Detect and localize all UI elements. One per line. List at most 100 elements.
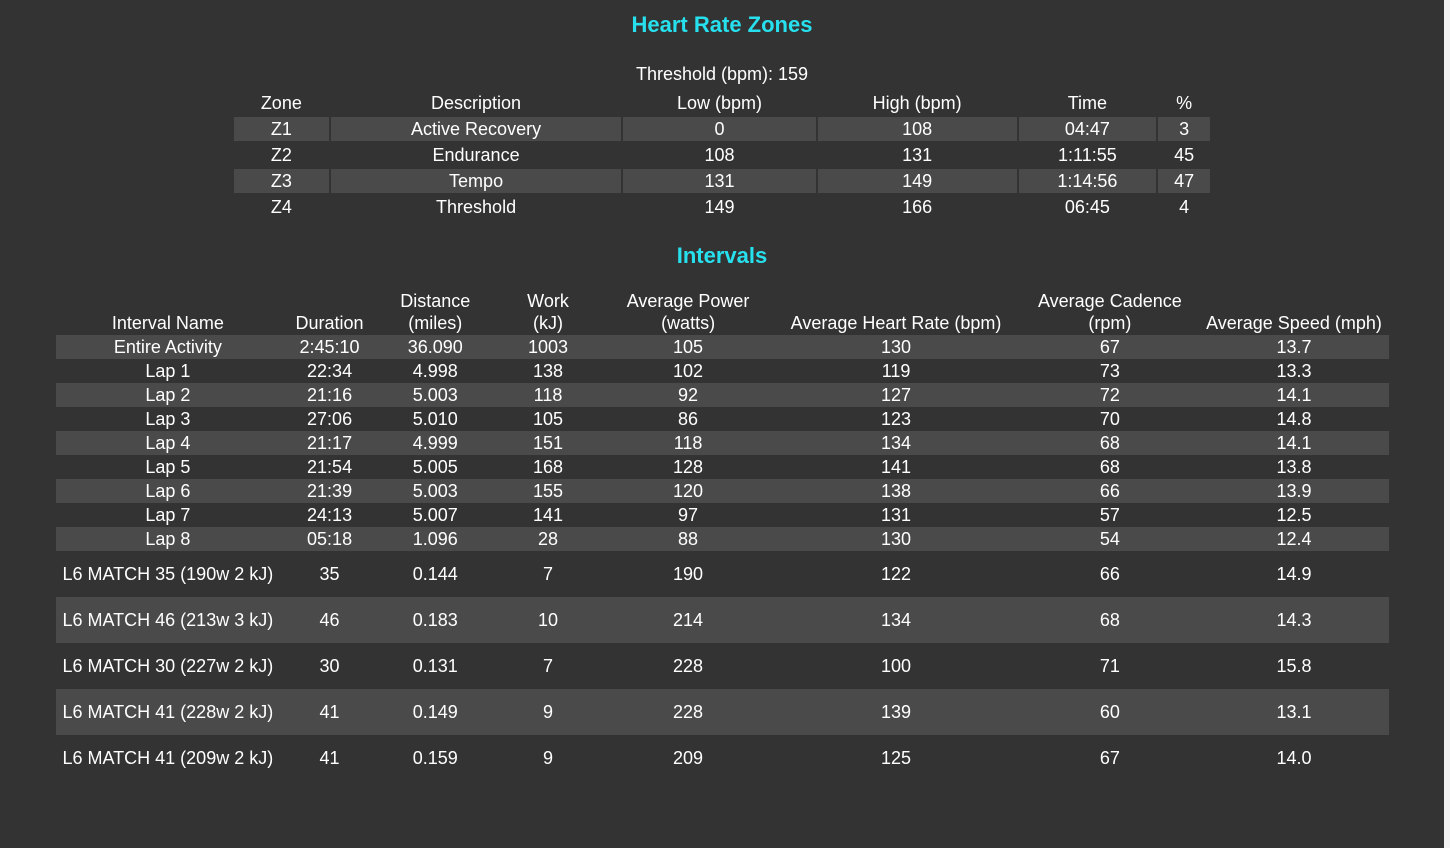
table-cell: 166: [902, 197, 933, 217]
table-cell: 228: [604, 689, 772, 735]
table-cell: 0: [623, 117, 816, 141]
column-header: Duration: [295, 313, 364, 333]
table-cell: 14.8: [1276, 409, 1312, 429]
table-cell: 15.8: [1276, 656, 1312, 676]
table-cell: 13.3: [1276, 361, 1312, 381]
table-cell: 72: [1020, 383, 1199, 407]
table-cell: 36.090: [379, 335, 492, 359]
table-cell: 14.1: [1198, 383, 1389, 407]
table-cell: 24:13: [307, 505, 353, 525]
table-cell: 155: [491, 479, 605, 503]
table-cell: 4.999: [379, 431, 492, 455]
table-cell: 41: [279, 689, 380, 735]
table-cell: 149: [817, 169, 1017, 193]
table-cell: 66: [1099, 564, 1120, 584]
table-cell: 123: [881, 409, 912, 429]
table-cell: 68: [1020, 431, 1199, 455]
table-cell: 134: [771, 597, 1021, 643]
table-cell: 73: [1099, 361, 1120, 381]
table-cell: 108: [704, 145, 735, 165]
table-cell: 138: [771, 479, 1021, 503]
table-cell: 05:18: [279, 527, 380, 551]
column-header: Average Heart Rate (bpm): [790, 313, 1002, 333]
table-cell: 105: [604, 335, 772, 359]
table-cell: 3: [1158, 117, 1210, 141]
table-cell: Endurance: [432, 145, 520, 165]
table-cell: 1:11:55: [1058, 145, 1117, 165]
table-cell: Z2: [270, 145, 292, 165]
threshold-label: Threshold (bpm): 159: [635, 64, 809, 84]
table-cell: 151: [491, 431, 605, 455]
interval-row: Lap 8 05:18 1.096 28 88 130 54 12.4: [56, 527, 1389, 551]
table-cell: L6 MATCH 35 (190w 2 kJ): [62, 564, 274, 584]
table-cell: 71: [1099, 656, 1120, 676]
table-cell: 70: [1099, 409, 1120, 429]
table-cell: 22:34: [307, 361, 353, 381]
interval-row: L6 MATCH 41 (209w 2 kJ) 41 0.159 9 209 125 67 1…: [56, 735, 1389, 781]
table-cell: L6 MATCH 46 (213w 3 kJ): [56, 597, 280, 643]
table-cell: 2:45:10: [279, 335, 380, 359]
interval-row: Lap 3 27:06 5.010 105 86 123 70 14.8: [56, 407, 1389, 431]
table-cell: 118: [604, 431, 772, 455]
zone-row: Z2 Endurance 108 131 1:11:55 45: [234, 143, 1210, 167]
table-cell: 1.096: [379, 527, 492, 551]
table-cell: 5.007: [412, 505, 458, 525]
table-cell: 228: [673, 656, 704, 676]
table-cell: 138: [532, 361, 564, 381]
interval-row: Entire Activity 2:45:10 36.090 1003 105 130 67…: [56, 335, 1389, 359]
table-cell: 119: [881, 361, 911, 381]
table-cell: 1003: [491, 335, 605, 359]
interval-row: Lap 4 21:17 4.999 151 118 134 68 14.1: [56, 431, 1389, 455]
table-cell: 141: [532, 505, 564, 525]
table-cell: 86: [678, 409, 699, 429]
table-cell: 45: [1174, 145, 1195, 165]
intervals-table: Interval Name Duration Distance (miles) …: [56, 290, 1389, 781]
table-cell: 21:54: [307, 457, 353, 477]
table-cell: 0.159: [412, 748, 458, 768]
interval-row: Lap 2 21:16 5.003 118 92 127 72 14.1: [56, 383, 1389, 407]
table-cell: 0.131: [412, 656, 458, 676]
table-cell: 47: [1158, 169, 1210, 193]
intervals-title: Intervals: [676, 243, 768, 268]
table-cell: 7: [543, 656, 554, 676]
table-cell: 92: [604, 383, 772, 407]
column-header: Description: [431, 93, 522, 113]
zones-header-row: Zone Description Low (bpm) High (bpm) Ti…: [234, 91, 1210, 115]
column-header: Zone: [260, 93, 302, 113]
table-cell: L6 MATCH 41 (209w 2 kJ): [62, 748, 274, 768]
column-header: Interval Name: [111, 313, 224, 333]
table-cell: 27:06: [307, 409, 353, 429]
table-cell: 10: [491, 597, 605, 643]
table-cell: 35: [319, 564, 340, 584]
table-cell: Lap 2: [56, 383, 280, 407]
table-cell: 12.5: [1276, 505, 1312, 525]
table-cell: 06:45: [1064, 197, 1110, 217]
table-cell: 100: [881, 656, 912, 676]
table-cell: 54: [1020, 527, 1199, 551]
table-cell: 131: [902, 145, 933, 165]
table-cell: L6 MATCH 30 (227w 2 kJ): [62, 656, 274, 676]
table-cell: 1:14:56: [1018, 169, 1157, 193]
interval-row: L6 MATCH 41 (228w 2 kJ) 41 0.149 9 228 139 60 1…: [56, 689, 1389, 735]
interval-row: L6 MATCH 30 (227w 2 kJ) 30 0.131 7 228 100 71 1…: [56, 643, 1389, 689]
window-edge: [1444, 0, 1450, 848]
interval-row: Lap 5 21:54 5.005 168 128 141 68 13.8: [56, 455, 1389, 479]
table-cell: 04:47: [1018, 117, 1157, 141]
table-cell: 68: [1020, 597, 1199, 643]
table-cell: Entire Activity: [56, 335, 280, 359]
table-cell: 134: [771, 431, 1021, 455]
table-cell: 149: [704, 197, 735, 217]
table-cell: 214: [604, 597, 772, 643]
table-cell: 67: [1020, 335, 1199, 359]
table-cell: 14.3: [1198, 597, 1389, 643]
table-cell: 131: [881, 505, 912, 525]
interval-row: Lap 1 22:34 4.998 138 102 119 73 13.3: [56, 359, 1389, 383]
table-cell: 60: [1020, 689, 1199, 735]
table-cell: 97: [678, 505, 699, 525]
table-cell: 9: [491, 689, 605, 735]
table-cell: 4.998: [412, 361, 458, 381]
table-cell: 5.003: [379, 479, 492, 503]
table-cell: 66: [1020, 479, 1199, 503]
table-cell: 209: [673, 748, 704, 768]
table-cell: 14.1: [1198, 431, 1389, 455]
